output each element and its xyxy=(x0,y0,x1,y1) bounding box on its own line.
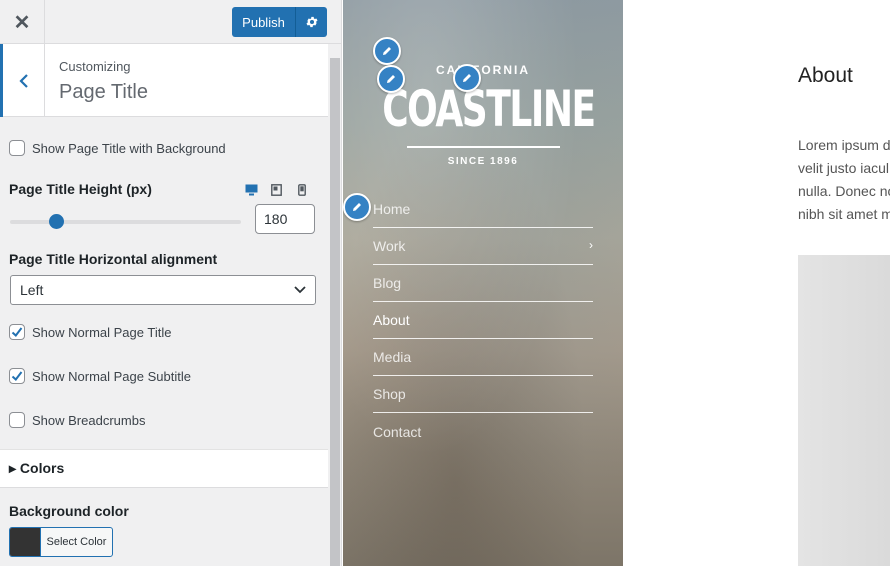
height-slider[interactable] xyxy=(10,220,241,224)
nav-item-blog[interactable]: Blog xyxy=(373,265,593,302)
nav-item-label: Contact xyxy=(373,423,422,440)
nav-item-label: Shop xyxy=(373,386,406,402)
section-header: Customizing Page Title xyxy=(0,44,328,117)
show-subtitle-label: Show Normal Page Subtitle xyxy=(32,368,191,384)
show-subtitle-checkbox[interactable] xyxy=(9,368,25,384)
nav-item-contact[interactable]: Contact xyxy=(373,413,593,450)
logo-tagline-bottom: SINCE 1896 xyxy=(447,156,519,167)
nav-item-label: About xyxy=(373,312,410,328)
tablet-icon[interactable] xyxy=(270,183,283,196)
show-breadcrumbs-checkbox[interactable] xyxy=(9,412,25,428)
pencil-icon xyxy=(383,47,391,55)
checkmark-icon xyxy=(11,327,23,337)
nav-item-label: Home xyxy=(373,201,411,217)
height-title: Page Title Height (px) xyxy=(9,181,152,197)
chevron-down-icon xyxy=(294,286,306,294)
nav-item-about[interactable]: About xyxy=(373,302,593,339)
nav-item-label: Work xyxy=(373,238,406,254)
content-line: nibh sit amet m xyxy=(798,206,890,222)
edit-shortcut-button[interactable] xyxy=(453,64,481,92)
content-line: nulla. Donec no xyxy=(798,183,890,199)
site-navigation: Home Work › Blog About Media Shop Contact xyxy=(373,191,593,450)
nav-item-shop[interactable]: Shop xyxy=(373,376,593,413)
nav-item-media[interactable]: Media xyxy=(373,339,593,376)
show-bg-label: Show Page Title with Background xyxy=(32,140,226,156)
page-title: About xyxy=(798,64,853,87)
logo-divider xyxy=(407,146,560,148)
height-slider-thumb[interactable] xyxy=(49,214,64,229)
chevron-left-icon xyxy=(18,73,28,88)
site-logo[interactable]: COASTLINE xyxy=(382,80,596,138)
show-title-checkbox-row[interactable]: Show Normal Page Title xyxy=(9,324,171,340)
bg-color-title: Background color xyxy=(9,503,129,519)
show-bg-checkbox-row[interactable]: Show Page Title with Background xyxy=(9,140,226,156)
nav-item-label: Media xyxy=(373,349,412,365)
publish-button[interactable]: Publish xyxy=(232,7,296,37)
breadcrumb: Customizing xyxy=(59,59,131,74)
mobile-icon[interactable] xyxy=(295,183,308,196)
edit-shortcut-button[interactable] xyxy=(343,193,371,221)
gear-icon xyxy=(305,16,318,28)
publish-group: Publish xyxy=(232,7,327,37)
alignment-title: Page Title Horizontal alignment xyxy=(9,251,218,267)
back-button[interactable] xyxy=(0,44,45,117)
device-switcher xyxy=(245,183,308,196)
content-image xyxy=(798,255,890,566)
show-title-checkbox[interactable] xyxy=(9,324,25,340)
site-preview: CALIFORNIA COASTLINE SINCE 1896 Home Wor… xyxy=(343,0,890,566)
show-subtitle-checkbox-row[interactable]: Show Normal Page Subtitle xyxy=(9,368,191,384)
content-line: velit justo iacul xyxy=(798,160,890,176)
show-breadcrumbs-checkbox-row[interactable]: Show Breadcrumbs xyxy=(9,412,145,428)
customizer-header: ✕ Publish xyxy=(0,0,341,44)
alignment-selected-value: Left xyxy=(20,282,44,298)
nav-item-work[interactable]: Work › xyxy=(373,228,593,265)
show-bg-checkbox[interactable] xyxy=(9,140,25,156)
select-color-label: Select Color xyxy=(46,536,107,548)
content-line: Lorem ipsum d xyxy=(798,137,890,153)
nav-item-label: Blog xyxy=(373,275,402,291)
panel-scrollbar-thumb[interactable] xyxy=(330,58,340,566)
checkmark-icon xyxy=(11,371,23,381)
show-breadcrumbs-label: Show Breadcrumbs xyxy=(32,412,146,428)
alignment-select[interactable]: Left xyxy=(10,275,316,305)
chevron-right-icon: › xyxy=(589,238,593,252)
section-title: Page Title xyxy=(59,81,148,103)
pencil-icon xyxy=(353,203,361,211)
show-title-label: Show Normal Page Title xyxy=(32,324,172,340)
color-swatch xyxy=(10,528,41,556)
close-icon: ✕ xyxy=(13,11,31,34)
desktop-icon[interactable] xyxy=(245,183,258,196)
close-customizer-button[interactable]: ✕ xyxy=(0,0,45,44)
pencil-icon xyxy=(463,74,471,82)
colors-section-toggle[interactable]: ▸ Colors xyxy=(0,449,328,488)
select-color-button[interactable]: Select Color xyxy=(9,527,113,557)
publish-settings-button[interactable] xyxy=(296,7,327,37)
edit-shortcut-button[interactable] xyxy=(377,65,405,93)
pencil-icon xyxy=(387,75,395,83)
edit-shortcut-button[interactable] xyxy=(373,37,401,65)
nav-item-home[interactable]: Home xyxy=(373,191,593,228)
height-input[interactable] xyxy=(255,204,315,234)
customizer-panel: ✕ Publish Customizing Page Title Show Pa… xyxy=(0,0,342,566)
page-content: Lorem ipsum d velit justo iacul nulla. D… xyxy=(798,134,890,226)
